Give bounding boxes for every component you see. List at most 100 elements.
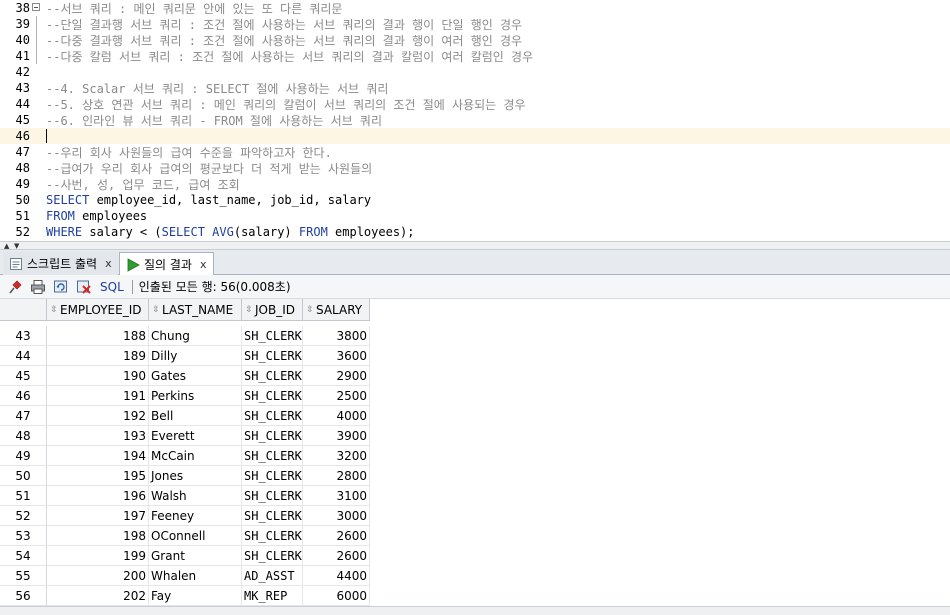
job-id-cell[interactable]: SH_CLERK [242,486,303,506]
sql-editor[interactable]: 38 --서브 쿼리 : 메인 쿼리문 안에 있는 또 다른 쿼리문 39 --단일 … [0,0,950,241]
job-id-cell[interactable]: SH_CLERK [242,426,303,446]
code-text[interactable]: --6. 인라인 뷰 서브 쿼리 - FROM 절에 사용하는 서브 쿼리 [41,112,382,129]
last-name-cell[interactable]: Fay [149,586,242,606]
code-text[interactable]: --급여가 우리 회사 급여의 평균보다 더 적게 받는 사원들의 [41,160,372,177]
employee-id-cell[interactable]: 198 [47,526,149,546]
code-line[interactable]: 43 --4. Scalar 서브 쿼리 : SELECT 절에 사용하는 서브 … [0,80,950,96]
sql-button[interactable]: SQL [100,280,124,294]
code-text[interactable]: WHERE salary < (SELECT AVG(salary) FROM … [41,225,415,239]
table-row[interactable]: 53 198 OConnell SH_CLERK 2600 [0,526,370,546]
employee-id-cell[interactable]: 190 [47,366,149,386]
job-id-cell[interactable]: SH_CLERK [242,446,303,466]
code-text[interactable]: FROM employees [41,209,147,223]
column-header-last-name[interactable]: ⇳ LAST_NAME [149,299,242,321]
refresh-icon[interactable] [53,279,69,295]
table-row[interactable]: 56 202 Fay MK_REP 6000 [0,586,370,606]
job-id-cell[interactable]: SH_CLERK [242,466,303,486]
salary-cell[interactable]: 3800 [303,326,370,346]
code-line[interactable]: 48 --급여가 우리 회사 급여의 평균보다 더 적게 받는 사원들의 [0,160,950,176]
salary-cell[interactable]: 4000 [303,406,370,426]
code-text[interactable]: --사번, 성, 업무 코드, 급여 조회 [41,176,240,193]
employee-id-cell[interactable]: 192 [47,406,149,426]
code-line[interactable]: 42 [0,64,950,80]
salary-cell[interactable]: 3000 [303,506,370,526]
employee-id-cell[interactable]: 188 [47,326,149,346]
fold-toggle-icon[interactable] [31,0,41,16]
table-row[interactable]: 51 196 Walsh SH_CLERK 3100 [0,486,370,506]
job-id-cell[interactable]: SH_CLERK [242,386,303,406]
table-row[interactable]: 52 197 Feeney SH_CLERK 3000 [0,506,370,526]
job-id-cell[interactable]: AD_ASST [242,566,303,586]
print-icon[interactable] [30,279,46,295]
last-name-cell[interactable]: Gates [149,366,242,386]
salary-cell[interactable]: 2900 [303,366,370,386]
code-line[interactable]: 51 FROM employees [0,208,950,224]
code-line[interactable]: 45 --6. 인라인 뷰 서브 쿼리 - FROM 절에 사용하는 서브 쿼리 [0,112,950,128]
code-line[interactable]: 52 WHERE salary < (SELECT AVG(salary) FRO… [0,224,950,240]
close-tab-icon[interactable]: x [105,257,112,270]
table-row[interactable]: 49 194 McCain SH_CLERK 3200 [0,446,370,466]
last-name-cell[interactable]: McCain [149,446,242,466]
salary-cell[interactable]: 3200 [303,446,370,466]
last-name-cell[interactable]: Walsh [149,486,242,506]
job-id-cell[interactable]: SH_CLERK [242,406,303,426]
code-line[interactable]: 46 [0,128,950,144]
salary-cell[interactable]: 2800 [303,466,370,486]
pin-icon[interactable] [7,279,23,295]
job-id-cell[interactable]: SH_CLERK [242,506,303,526]
employee-id-cell[interactable]: 194 [47,446,149,466]
table-row[interactable]: 44 189 Dilly SH_CLERK 3600 [0,346,370,366]
salary-cell[interactable]: 2600 [303,546,370,566]
sort-icon[interactable]: ⇳ [152,305,160,314]
code-text[interactable]: --4. Scalar 서브 쿼리 : SELECT 절에 사용하는 서브 쿼리 [41,80,388,97]
job-id-cell[interactable]: SH_CLERK [242,546,303,566]
last-name-cell[interactable]: Whalen [149,566,242,586]
job-id-cell[interactable]: SH_CLERK [242,526,303,546]
sort-icon[interactable]: ⇳ [245,305,253,314]
employee-id-cell[interactable]: 196 [47,486,149,506]
code-text[interactable]: --5. 상호 연관 서브 쿼리 : 메인 쿼리의 칼럼이 서브 쿼리의 조건 … [41,96,526,113]
close-tab-icon[interactable]: x [200,258,207,271]
table-row[interactable]: 46 191 Perkins SH_CLERK 2500 [0,386,370,406]
table-row[interactable]: 43 188 Chung SH_CLERK 3800 [0,326,370,346]
salary-cell[interactable]: 2600 [303,526,370,546]
code-line[interactable]: 40 --다중 결과행 서브 쿼리 : 조건 절에 사용하는 서브 쿼리의 결과 … [0,32,950,48]
salary-cell[interactable]: 3100 [303,486,370,506]
job-id-cell[interactable]: SH_CLERK [242,366,303,386]
collapse-down-icon[interactable]: ▼ [14,243,19,250]
table-row[interactable]: 50 195 Jones SH_CLERK 2800 [0,466,370,486]
last-name-cell[interactable]: Chung [149,326,242,346]
code-line[interactable]: 38 --서브 쿼리 : 메인 쿼리문 안에 있는 또 다른 쿼리문 [0,0,950,16]
horizontal-scrollbar[interactable] [0,606,950,615]
employee-id-cell[interactable]: 195 [47,466,149,486]
last-name-cell[interactable]: Jones [149,466,242,486]
column-header-salary[interactable]: ⇳ SALARY [303,299,370,321]
sort-icon[interactable]: ⇳ [50,305,58,314]
last-name-cell[interactable]: OConnell [149,526,242,546]
employee-id-cell[interactable]: 200 [47,566,149,586]
code-text[interactable]: --단일 결과행 서브 쿼리 : 조건 절에 사용하는 서브 쿼리의 결과 행이… [41,16,522,33]
table-row[interactable]: 48 193 Everett SH_CLERK 3900 [0,426,370,446]
code-line[interactable]: 44 --5. 상호 연관 서브 쿼리 : 메인 쿼리의 칼럼이 서브 쿼리의 조… [0,96,950,112]
last-name-cell[interactable]: Grant [149,546,242,566]
table-row[interactable]: 47 192 Bell SH_CLERK 4000 [0,406,370,426]
delete-icon[interactable] [76,279,92,295]
last-name-cell[interactable]: Everett [149,426,242,446]
last-name-cell[interactable]: Dilly [149,346,242,366]
employee-id-cell[interactable]: 202 [47,586,149,606]
pane-splitter[interactable]: ▲ ▼ [0,241,950,250]
code-text[interactable]: --우리 회사 사원들의 급여 수준을 파악하고자 한다. [41,144,332,161]
code-line[interactable]: 49 --사번, 성, 업무 코드, 급여 조회 [0,176,950,192]
collapse-up-icon[interactable]: ▲ [4,243,9,250]
table-row[interactable]: 55 200 Whalen AD_ASST 4400 [0,566,370,586]
sort-icon[interactable]: ⇳ [306,305,314,314]
last-name-cell[interactable]: Feeney [149,506,242,526]
code-line[interactable]: 41 --다중 칼럼 서브 쿼리 : 조건 절에 사용하는 서브 쿼리의 결과 칼… [0,48,950,64]
salary-cell[interactable]: 4400 [303,566,370,586]
salary-cell[interactable]: 6000 [303,586,370,606]
job-id-cell[interactable]: SH_CLERK [242,326,303,346]
tab-query-result[interactable]: 질의 결과 x [119,252,214,276]
code-text[interactable] [41,129,47,144]
tab-script-output[interactable]: 스크립트 출력 x [3,252,118,275]
code-line[interactable]: 47 --우리 회사 사원들의 급여 수준을 파악하고자 한다. [0,144,950,160]
